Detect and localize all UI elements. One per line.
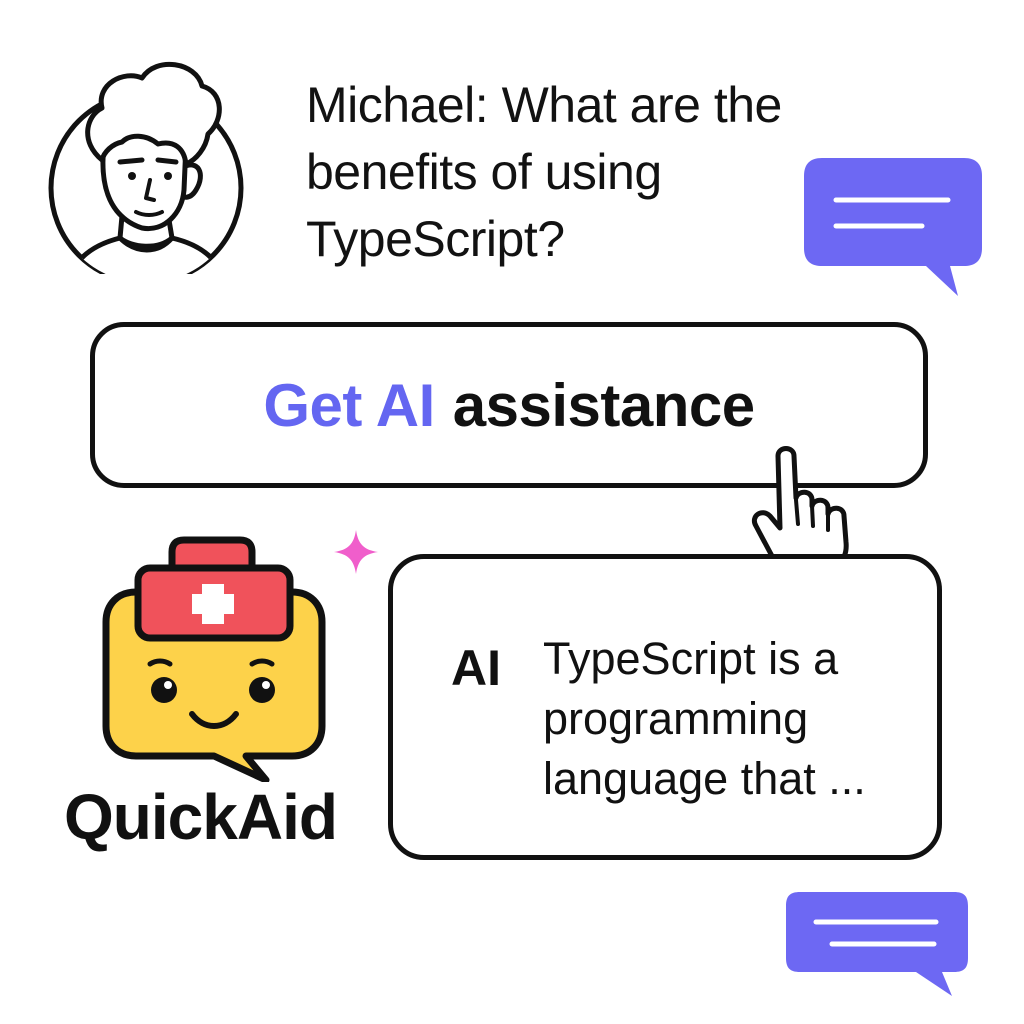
user-avatar-icon <box>48 61 244 274</box>
ai-label: AI <box>451 640 501 696</box>
question-line-3: TypeScript? <box>306 211 565 267</box>
cta-rest-text: assistance <box>452 371 755 439</box>
answer-line-2: programming <box>543 693 809 744</box>
chat-bubble-icon <box>804 158 982 296</box>
ai-answer-text: TypeScript is a programming language tha… <box>543 629 913 809</box>
chat-bubble-icon <box>786 892 968 996</box>
sparkle-icon <box>334 530 378 574</box>
question-line-1: Michael: What are the <box>306 77 782 133</box>
ai-answer-card: AI TypeScript is a programming language … <box>388 554 942 860</box>
answer-line-3: language that ... <box>543 753 866 804</box>
cta-accent-text: Get AI <box>263 371 435 439</box>
question-line-2: benefits of using <box>306 144 662 200</box>
question-text: Michael: What are the benefits of using … <box>306 72 826 273</box>
answer-line-1: TypeScript is a <box>543 633 839 684</box>
brand-name: QuickAid <box>64 781 338 853</box>
medical-chat-mascot-icon <box>102 536 326 782</box>
